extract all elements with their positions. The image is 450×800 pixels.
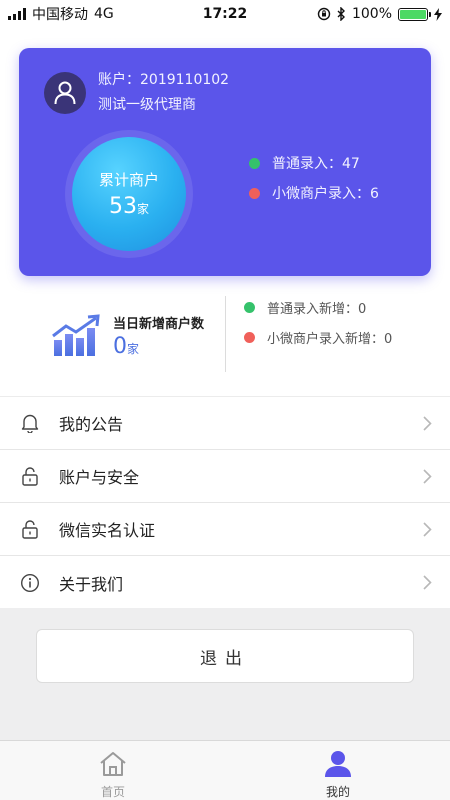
tab-home-label: 首页 — [100, 785, 125, 799]
chevron-right-icon — [423, 575, 432, 590]
home-icon — [99, 749, 127, 779]
bottom-tab-bar: 首页 我的 — [0, 740, 450, 800]
legend-normal-entry-label: 普通录入：47 — [272, 156, 360, 172]
menu-item-announcements[interactable]: 我的公告 — [0, 397, 450, 450]
user-avatar-icon — [54, 81, 76, 105]
menu-item-about-us[interactable]: 关于我们 — [0, 556, 450, 609]
daily-new-merchants: 当日新增商户数 0家 普通录入新增：0 小微商户录入新增：0 — [0, 286, 450, 384]
settings-menu: 我的公告 账户与安全 微信实名认证 关于我们 — [0, 396, 450, 609]
tab-mine-label: 我的 — [325, 785, 350, 799]
menu-item-label: 关于我们 — [59, 574, 124, 594]
info-icon — [20, 573, 40, 593]
daily-new-unit: 家 — [127, 342, 140, 356]
total-merchants-label: 累计商户 — [98, 171, 159, 189]
user-icon — [324, 749, 352, 779]
daily-new-value: 0家 — [113, 334, 139, 359]
agent-name: 测试一级代理商 — [98, 97, 196, 113]
total-merchants-unit: 家 — [136, 202, 149, 216]
lock-icon — [20, 466, 40, 486]
menu-item-label: 我的公告 — [59, 415, 124, 434]
tab-mine[interactable]: 我的 — [298, 741, 378, 800]
orientation-lock-icon — [317, 7, 331, 21]
total-merchants-value: 53家 — [109, 194, 149, 219]
legend-dot-green — [249, 157, 260, 169]
daily-legend-micro: 小微商户录入新增：0 — [244, 328, 392, 347]
daily-new-title: 当日新增商户数 — [113, 317, 205, 332]
battery-fill — [400, 9, 426, 19]
account-number: 账户：2019110102 — [98, 72, 230, 88]
daily-legend-micro-label: 小微商户录入新增：0 — [267, 332, 393, 347]
menu-item-wechat-verification[interactable]: 微信实名认证 — [0, 503, 450, 556]
lock-icon — [20, 519, 40, 539]
account-summary-card: 账户：2019110102 测试一级代理商 累计商户 53家 普通录入：47 小… — [19, 48, 431, 276]
daily-legend-dot-red — [244, 332, 255, 343]
legend-micro-entry: 小微商户录入：6 — [249, 183, 379, 203]
bell-icon — [20, 413, 40, 433]
status-bar-left: 中国移动 4G — [8, 4, 114, 24]
menu-item-label: 微信实名认证 — [59, 521, 156, 540]
status-bar-right: 100% — [317, 6, 442, 22]
legend-micro-entry-label: 小微商户录入：6 — [272, 186, 379, 202]
battery-icon — [398, 7, 431, 21]
signal-icon — [8, 8, 26, 20]
vertical-divider — [225, 296, 226, 372]
menu-item-label: 账户与安全 — [59, 468, 140, 487]
daily-new-number: 0 — [113, 334, 127, 359]
total-merchants-circle: 累计商户 53家 — [72, 137, 186, 251]
menu-item-account-security[interactable]: 账户与安全 — [0, 450, 450, 503]
battery-percent: 100% — [351, 6, 392, 22]
total-merchants-number: 53 — [108, 194, 137, 219]
network-type: 4G — [94, 6, 114, 22]
bar-chart-trend-icon — [52, 314, 100, 356]
avatar[interactable] — [44, 72, 86, 114]
chevron-right-icon — [423, 416, 432, 431]
charging-icon — [434, 7, 442, 21]
daily-legend-dot-green — [244, 302, 255, 313]
legend-dot-red — [249, 187, 260, 199]
logout-button[interactable]: 退出 — [36, 629, 414, 683]
total-merchants-ring: 累计商户 53家 — [65, 130, 193, 258]
legend-normal-entry: 普通录入：47 — [249, 153, 360, 173]
daily-legend-normal: 普通录入新增：0 — [244, 298, 366, 317]
daily-legend-normal-label: 普通录入新增：0 — [267, 302, 367, 317]
tab-home[interactable]: 首页 — [73, 741, 153, 800]
bluetooth-icon — [337, 7, 345, 21]
carrier-name: 中国移动 — [32, 7, 88, 23]
chevron-right-icon — [423, 469, 432, 484]
chevron-right-icon — [423, 522, 432, 537]
status-bar: 中国移动 4G 17:22 100% — [0, 0, 450, 28]
